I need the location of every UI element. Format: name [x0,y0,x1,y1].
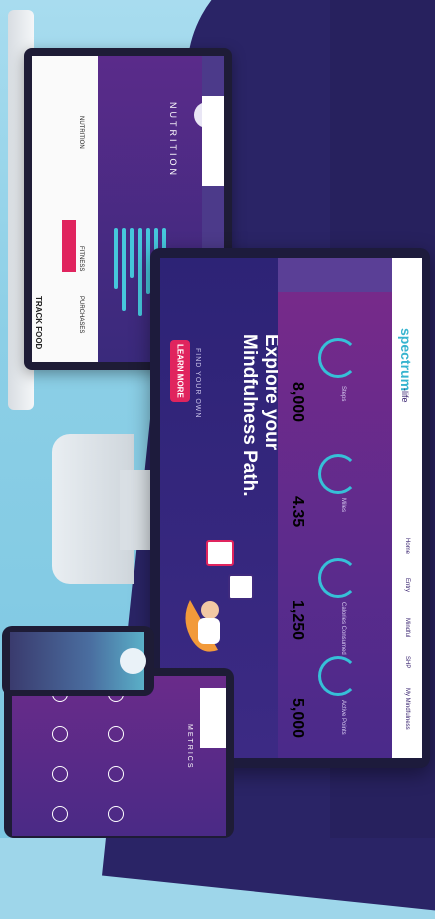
hero-title: Explore your Mindfulness Path. [238,334,282,497]
phone-avatar [120,648,146,674]
nutrition-bar [122,228,126,311]
stat-steps-value: 8,000 [289,382,306,423]
stat-points-value: 5,000 [289,698,306,739]
laptop-brand [202,96,224,186]
brand-logo[interactable]: spectrum [398,328,414,391]
tablet-metric-icon[interactable] [52,726,68,742]
tablet-metric-icon[interactable] [108,806,124,822]
hero-subtitle: FIND YOUR OWN [194,348,201,419]
nutrition-title: NUTRITION [168,102,178,178]
laptop-active-indicator [62,220,76,272]
nutrition-bar [114,228,118,289]
brand-life: -life [400,388,410,403]
laptop-sidebar: NUTRITION FITNESS PURCHASES TRACK FOOD [32,56,98,362]
stat-points-label: Active Points [340,700,346,735]
woman-illustration [185,600,220,652]
track-food-button[interactable]: TRACK FOOD [34,296,43,349]
miles-ring-icon [318,454,358,494]
steps-ring-icon [318,338,358,378]
learn-more-button[interactable]: LEARN MORE [170,340,190,402]
points-ring-icon [318,656,358,696]
tablet-screen [12,676,226,836]
chat-bubble-icon [206,540,234,566]
tablet-brand [200,688,226,748]
chat-bubble-icon [228,574,254,600]
stat-calories-value: 1,250 [289,600,306,641]
stat-steps-label: Steps [340,386,346,402]
nav-shp[interactable]: SHP [404,656,410,668]
tablet-metric-icon[interactable] [108,726,124,742]
tablet-section-title: METRICS [186,724,193,770]
stats-panel: 8,000 Steps 4.35 Miles 1,250 Calories Co… [278,258,392,758]
laptop-link-purchases[interactable]: PURCHASES [78,296,84,333]
stat-calories-label: Calories Consumed [340,602,346,655]
tablet-metric-icon[interactable] [52,766,68,782]
laptop-link-nutrition[interactable]: NUTRITION [78,116,84,149]
stat-miles-label: Miles [340,498,346,513]
nav-mindful[interactable]: Mindful [404,618,410,637]
nav-my-mindfulness[interactable]: My Mindfulness [404,688,410,730]
calories-ring-icon [318,558,358,598]
tablet-metric-icon[interactable] [52,806,68,822]
monitor-brand-bar: spectrum -life Home Entry Mindful SHP My… [392,258,422,758]
nav-entry[interactable]: Entry [404,578,410,592]
laptop-link-fitness[interactable]: FITNESS [78,246,84,271]
hero-title-line2: Mindfulness Path. [239,334,260,497]
tablet-metric-icon[interactable] [108,766,124,782]
stat-miles-value: 4.35 [289,496,306,528]
nutrition-bar [138,228,142,316]
nutrition-bar [130,228,134,278]
nav-home[interactable]: Home [404,538,410,554]
